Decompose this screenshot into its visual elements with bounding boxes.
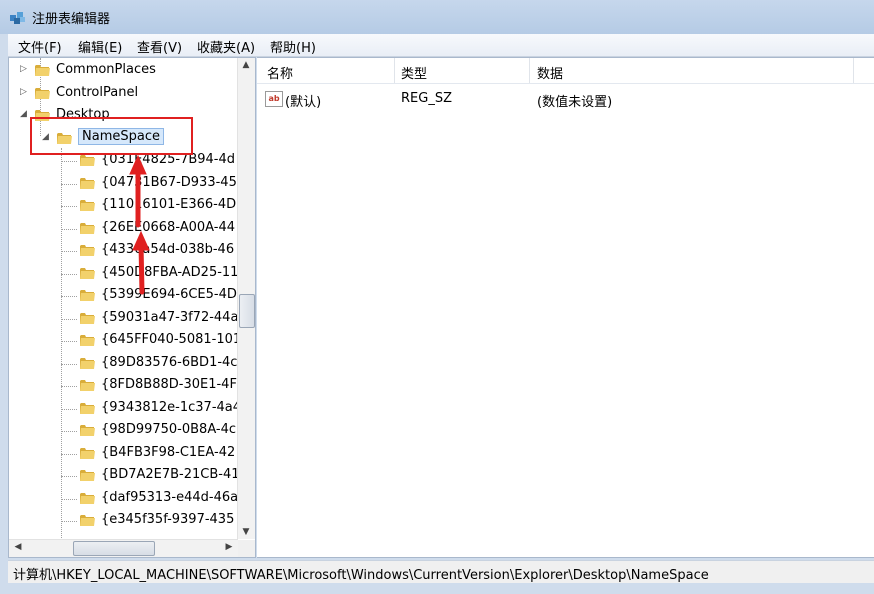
annotation-arrowhead-upper [129, 154, 147, 175]
registry-editor-window: 注册表编辑器 文件(F) 编辑(E) 查看(V) 收藏夹(A) 帮助(H) ▷ C… [0, 0, 874, 594]
annotation-arrows [129, 154, 150, 295]
annotation-arrowhead-lower [132, 230, 150, 251]
annotation-arrow-lower [138, 242, 145, 295]
